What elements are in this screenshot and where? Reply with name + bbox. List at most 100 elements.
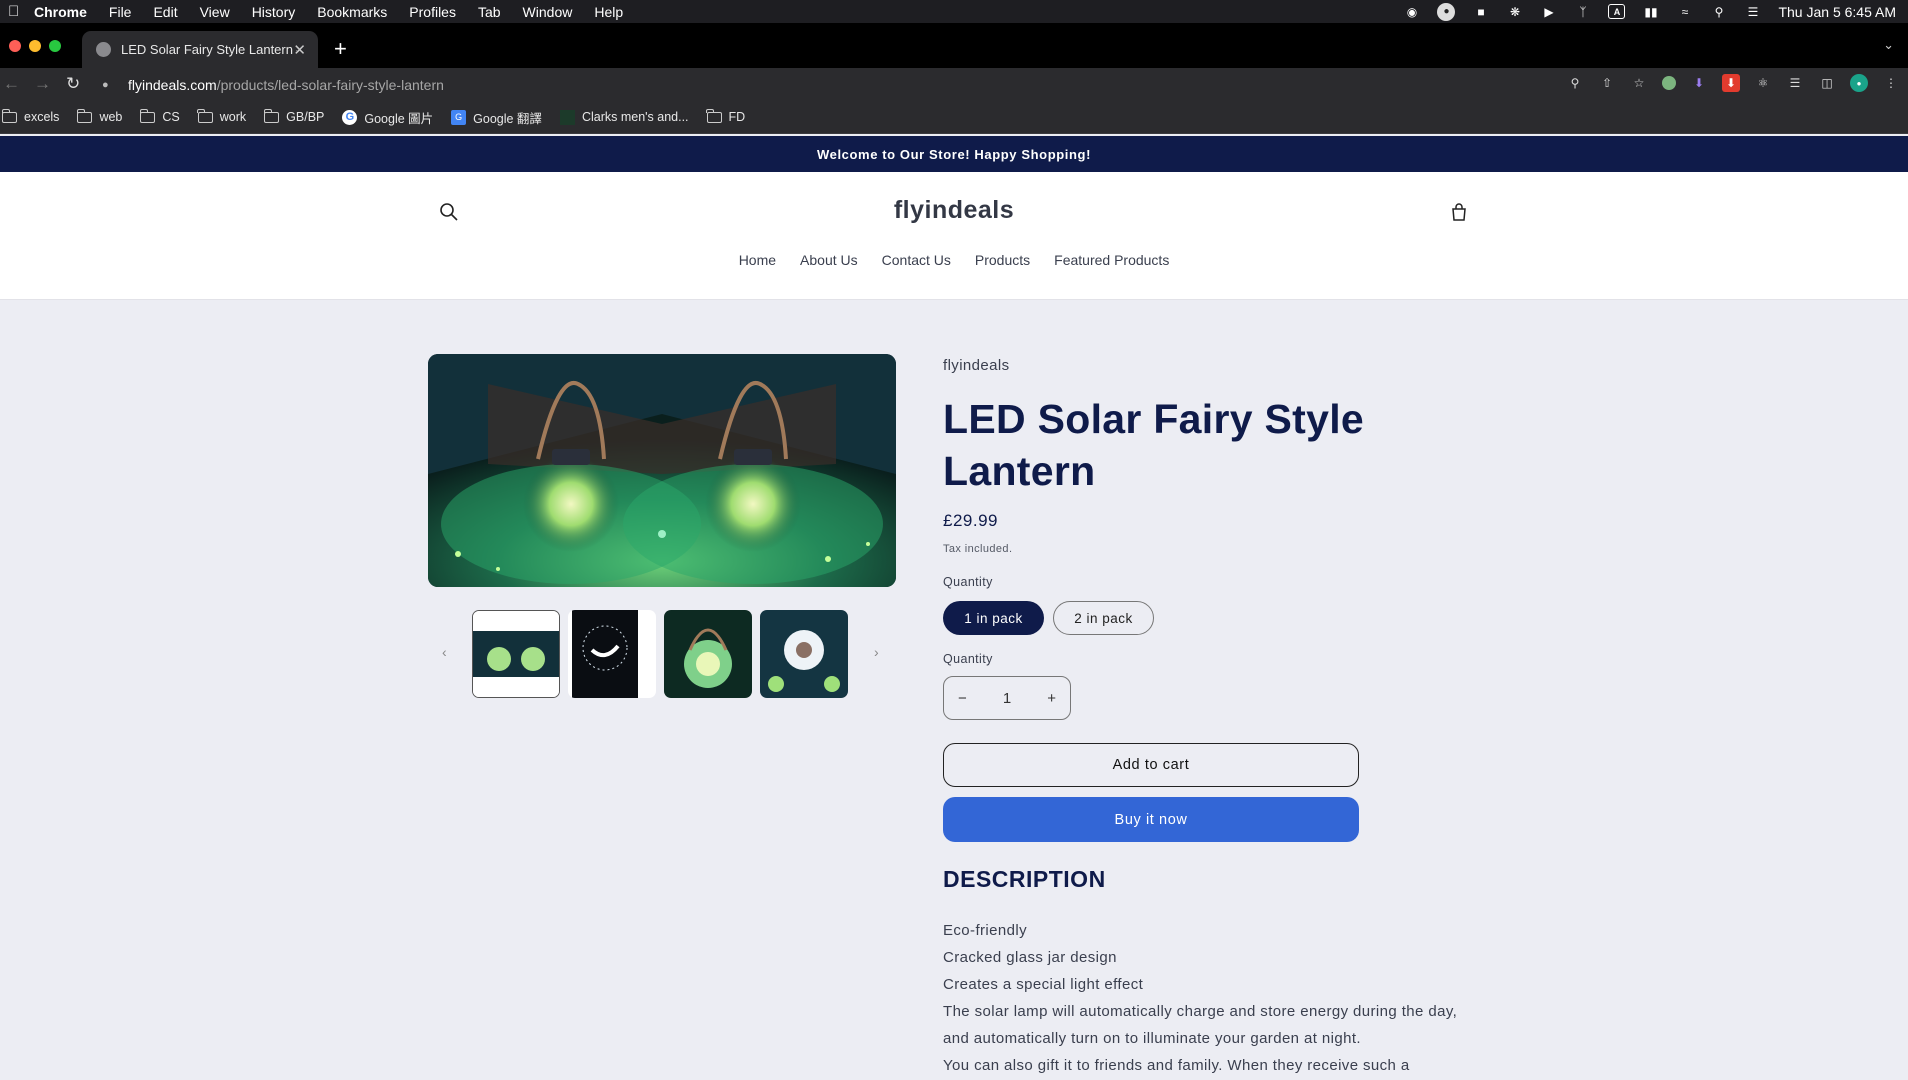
bookmark-clarks[interactable]: Clarks men's and... xyxy=(559,109,689,125)
bookmark-work[interactable]: work xyxy=(197,108,247,124)
add-to-cart-button[interactable]: Add to cart xyxy=(943,743,1359,787)
extension-download-icon[interactable]: ⬇ xyxy=(1690,74,1708,92)
apple-logo-icon[interactable]:  xyxy=(8,3,22,20)
user-circle-icon[interactable]: ● xyxy=(1437,2,1456,21)
thumbnail-next-chevron-icon[interactable]: › xyxy=(874,644,879,660)
bookmark-fd[interactable]: FD xyxy=(706,108,745,124)
butterfly-icon[interactable]: ❋ xyxy=(1506,4,1523,19)
tab-search-chevron-icon[interactable]: ⌄ xyxy=(1883,37,1894,53)
keyboard-a-icon[interactable]: A xyxy=(1608,4,1626,19)
announcement-bar: Welcome to Our Store! Happy Shopping! xyxy=(0,136,1908,172)
bookmark-label: Google 圖片 xyxy=(364,111,434,126)
profile-avatar-icon[interactable]: ● xyxy=(1850,74,1868,92)
control-center-icon[interactable]: ☰ xyxy=(1744,4,1761,19)
product-vendor: flyindeals xyxy=(943,357,1010,374)
bookmark-cs[interactable]: CS xyxy=(139,108,180,124)
thumbnail-4[interactable] xyxy=(760,610,848,698)
bluetooth-icon[interactable]: ᛉ xyxy=(1574,4,1591,19)
variant-1-in-pack[interactable]: 1 in pack xyxy=(943,601,1044,635)
bookmark-label: Google 翻譯 xyxy=(473,111,542,126)
quantity-decrease-minus-icon[interactable]: − xyxy=(958,690,967,707)
menu-help[interactable]: Help xyxy=(594,4,623,20)
nav-home[interactable]: Home xyxy=(727,252,788,268)
browser-tab-active[interactable]: LED Solar Fairy Style Lantern – ✕ xyxy=(82,31,318,68)
product-main-image[interactable] xyxy=(428,354,896,587)
url-path: /products/led-solar-fairy-style-lantern xyxy=(216,77,444,93)
google-icon: G xyxy=(342,109,358,125)
tab-strip: LED Solar Fairy Style Lantern – ✕ + ⌄ xyxy=(0,23,1908,68)
play-icon[interactable]: ▶ xyxy=(1540,4,1557,19)
chrome-menu-kebab-icon[interactable]: ⋮ xyxy=(1882,74,1900,92)
wechat-icon[interactable]: ◉ xyxy=(1403,4,1420,19)
bookmark-star-icon[interactable]: ☆ xyxy=(1630,74,1648,92)
browser-toolbar: ← → ↻ ● flyindeals.com/products/led-sola… xyxy=(0,68,1908,101)
address-bar[interactable]: ● flyindeals.com/products/led-solar-fair… xyxy=(92,72,1622,98)
nav-contact-us[interactable]: Contact Us xyxy=(870,252,963,268)
side-panel-icon[interactable]: ◫ xyxy=(1818,74,1836,92)
window-minimize-button[interactable] xyxy=(29,40,41,52)
quantity-label: Quantity xyxy=(943,652,993,666)
menu-bookmarks[interactable]: Bookmarks xyxy=(317,4,387,20)
media-control-icon[interactable]: ☰ xyxy=(1786,74,1804,92)
bookmark-label: web xyxy=(99,110,123,124)
description-line: Eco-friendly xyxy=(943,922,1027,939)
quantity-input[interactable]: 1 xyxy=(1003,690,1011,707)
menu-window[interactable]: Window xyxy=(523,4,573,20)
tab-close-icon[interactable]: ✕ xyxy=(293,41,306,59)
window-zoom-button[interactable] xyxy=(49,40,61,52)
new-tab-plus-icon[interactable]: + xyxy=(334,36,347,62)
forward-arrow-icon[interactable]: → xyxy=(34,74,51,94)
folder-icon xyxy=(197,108,213,123)
spotlight-icon[interactable]: ⚲ xyxy=(1710,4,1727,19)
reload-icon[interactable]: ↻ xyxy=(66,74,80,94)
description-line: The solar lamp will automatically charge… xyxy=(943,1003,1458,1047)
back-arrow-icon[interactable]: ← xyxy=(3,74,20,94)
thumbnail-prev-chevron-icon[interactable]: ‹ xyxy=(442,644,447,660)
bookmarks-bar: excels web CS work GB/BP G Google 圖片 G Goo… xyxy=(0,101,1908,134)
menu-app-name[interactable]: Chrome xyxy=(34,4,87,20)
variant-label: Quantity xyxy=(943,575,993,589)
menu-tab[interactable]: Tab xyxy=(478,4,501,20)
bookmark-label: GB/BP xyxy=(286,110,325,124)
product-thumbnails: ‹ › xyxy=(428,610,896,700)
menu-edit[interactable]: Edit xyxy=(153,4,177,20)
battery-icon[interactable]: ▮▮ xyxy=(1642,4,1659,19)
extension-green-icon[interactable] xyxy=(1662,76,1676,90)
thumbnail-1[interactable] xyxy=(472,610,560,698)
thumbnail-2[interactable] xyxy=(568,610,656,698)
window-close-button[interactable] xyxy=(9,40,21,52)
status-tray: ◉ ● ■ ❋ ▶ ᛉ A ▮▮ ≈ ⚲ ☰ Thu Jan 5 6:45 AM xyxy=(1403,0,1896,23)
product-description: Eco-friendly Cracked glass jar design Cr… xyxy=(943,917,1463,1079)
bookmark-google-translate[interactable]: G Google 翻譯 xyxy=(451,108,542,127)
buy-it-now-button[interactable]: Buy it now xyxy=(943,797,1359,842)
nav-featured-products[interactable]: Featured Products xyxy=(1042,252,1181,268)
bookmark-label: work xyxy=(219,110,247,124)
menu-view[interactable]: View xyxy=(200,4,230,20)
nav-about-us[interactable]: About Us xyxy=(788,252,870,268)
menu-file[interactable]: File xyxy=(109,4,132,20)
quantity-increase-plus-icon[interactable]: + xyxy=(1047,690,1056,707)
wifi-icon[interactable]: ≈ xyxy=(1676,4,1693,19)
folder-icon xyxy=(263,108,280,123)
zoom-icon[interactable]: ⚲ xyxy=(1566,74,1584,92)
folder-icon xyxy=(706,108,722,123)
site-info-lock-icon[interactable]: ● xyxy=(102,79,116,91)
site-favicon-icon xyxy=(96,42,111,57)
menu-clock[interactable]: Thu Jan 5 6:45 AM xyxy=(1778,4,1896,20)
line-icon[interactable]: ■ xyxy=(1472,4,1489,19)
variant-2-in-pack[interactable]: 2 in pack xyxy=(1053,601,1154,635)
bookmark-gb-bp[interactable]: GB/BP xyxy=(263,108,325,124)
thumbnail-3[interactable] xyxy=(664,610,752,698)
extensions-puzzle-icon[interactable]: ⚛ xyxy=(1754,74,1772,92)
bookmark-google-images[interactable]: G Google 圖片 xyxy=(342,108,433,127)
nav-products[interactable]: Products xyxy=(963,252,1042,268)
store-logo[interactable]: flyindeals xyxy=(0,196,1908,225)
bookmark-label: CS xyxy=(162,110,180,124)
menu-history[interactable]: History xyxy=(252,4,296,20)
bookmark-web[interactable]: web xyxy=(76,108,123,124)
bookmark-excels[interactable]: excels xyxy=(1,108,59,124)
menu-profiles[interactable]: Profiles xyxy=(409,4,456,20)
cart-icon[interactable] xyxy=(1448,201,1470,223)
share-icon[interactable]: ⇧ xyxy=(1598,74,1616,92)
extension-red-download-icon[interactable]: ⬇ xyxy=(1722,74,1740,92)
